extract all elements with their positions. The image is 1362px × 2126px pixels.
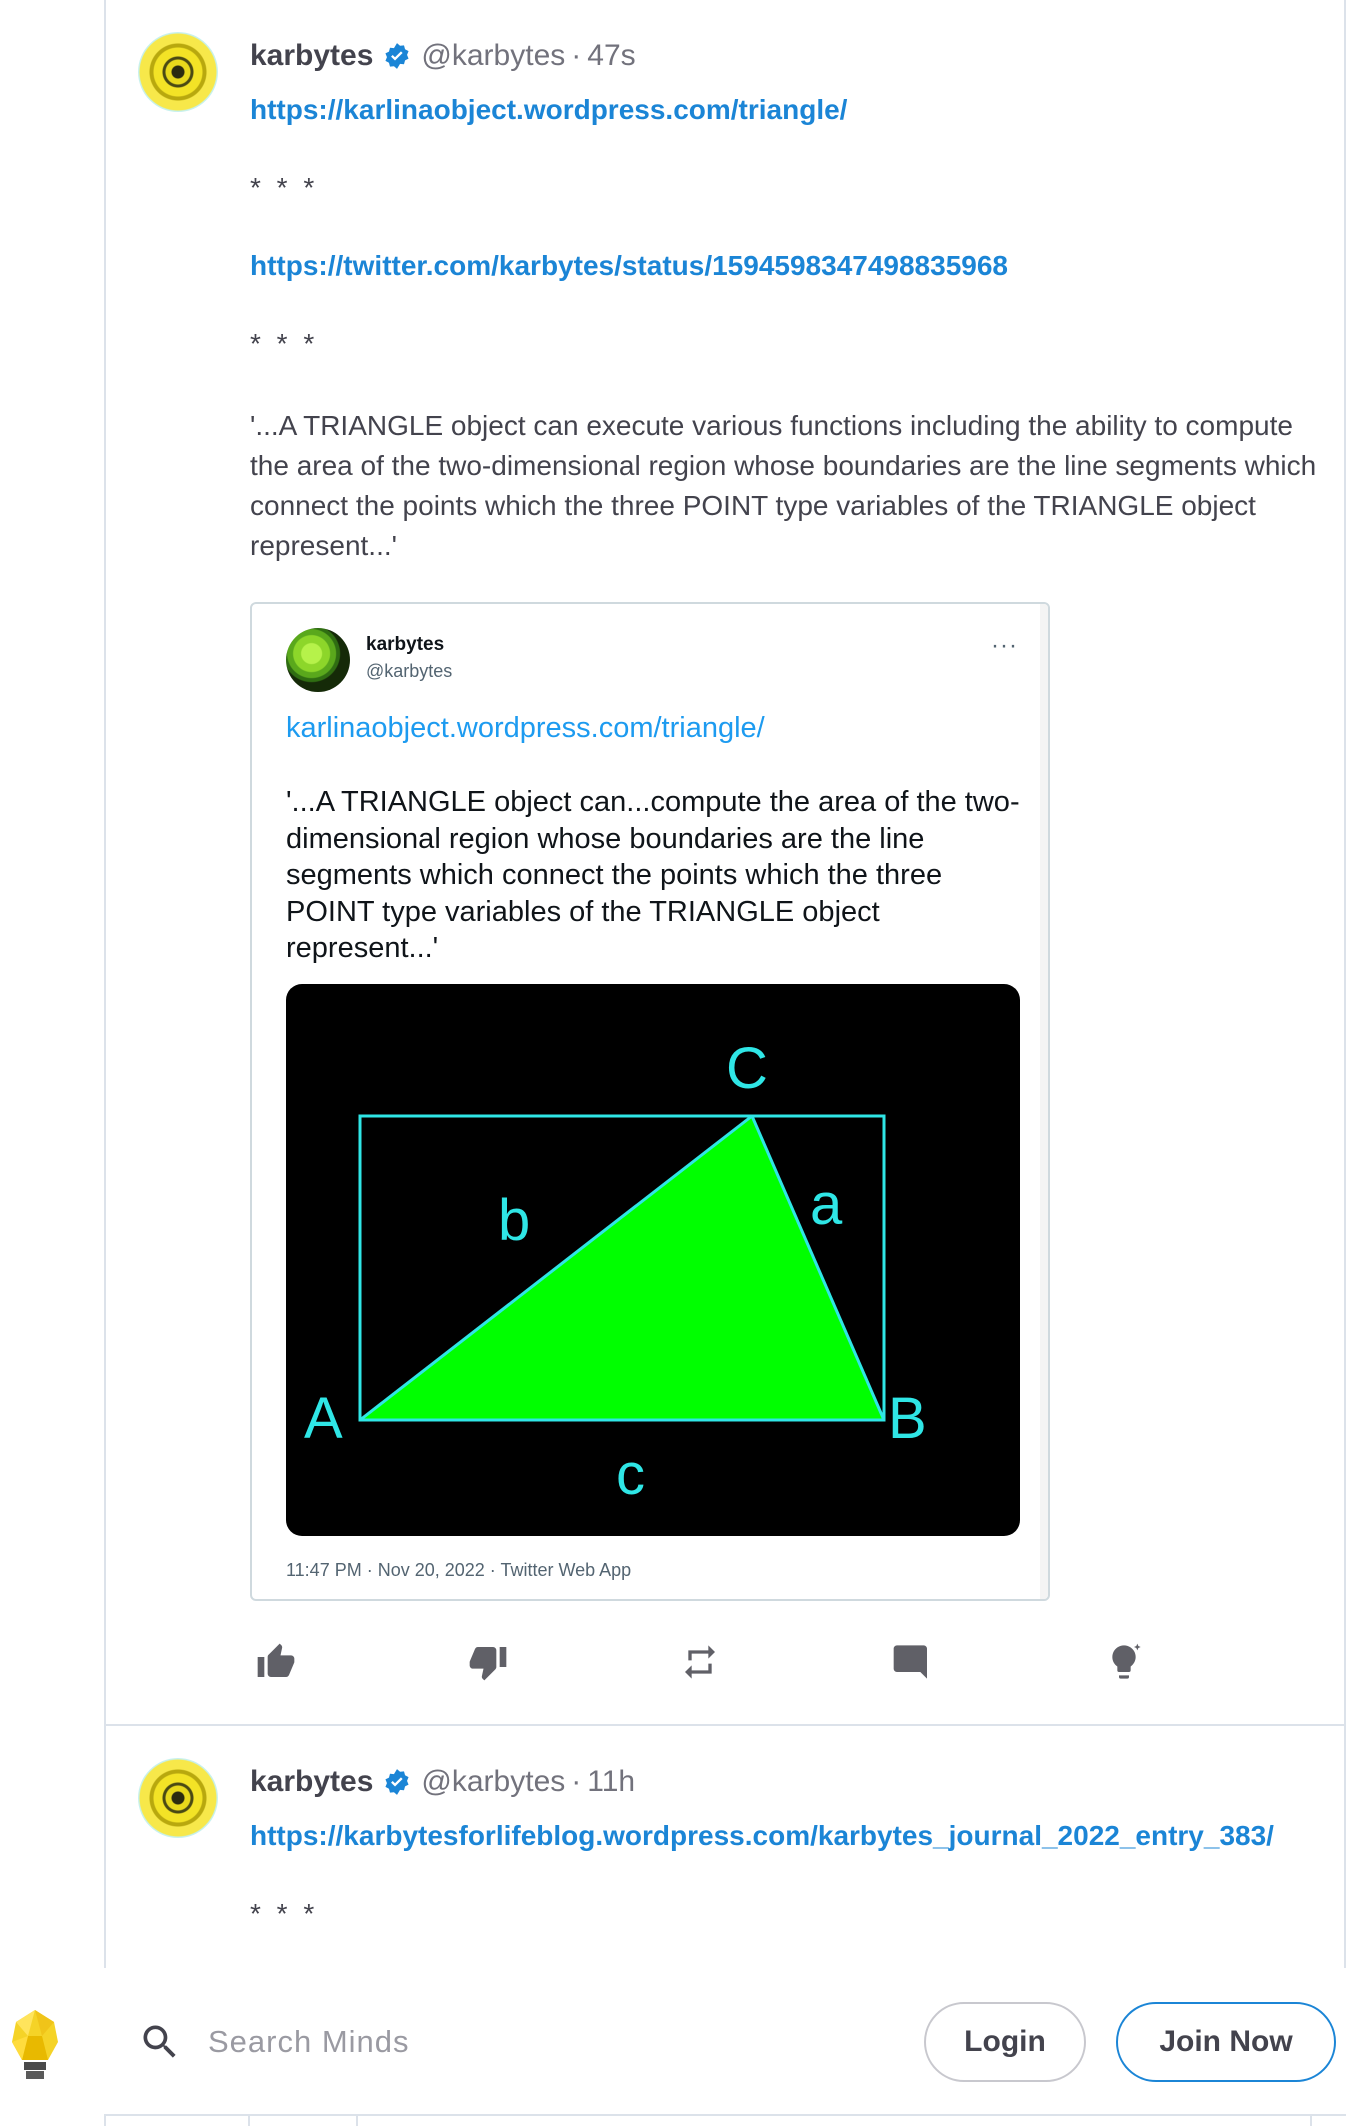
embed-meta[interactable]: 11:47 PM · Nov 20, 2022 · Twitter Web Ap…: [286, 1560, 631, 1581]
separator-stars: * * *: [250, 172, 319, 203]
separator-stars: * * *: [250, 328, 319, 359]
post-header: karbytes @karbytes · 11h: [250, 1762, 1326, 1802]
vertex-c-label: C: [726, 1036, 768, 1101]
search-input[interactable]: [208, 2016, 808, 2068]
embed-image[interactable]: A B C a b c: [286, 984, 1020, 1536]
search-icon[interactable]: [138, 2020, 182, 2064]
bottom-bar: Login Join Now: [0, 1968, 1362, 2126]
login-button[interactable]: Login: [924, 2002, 1086, 2082]
embed-link[interactable]: karlinaobject.wordpress.com/triangle/: [286, 712, 765, 745]
verified-icon: [385, 43, 409, 69]
boost-icon[interactable]: [1098, 1636, 1150, 1688]
more-options-icon[interactable]: ···: [991, 632, 1018, 660]
post-actions: [250, 1636, 1250, 1688]
side-b-label: b: [498, 1188, 530, 1253]
embed-scrollbar[interactable]: [1040, 604, 1048, 1599]
author-name[interactable]: karbytes: [250, 39, 373, 73]
remind-icon[interactable]: [674, 1636, 726, 1688]
minds-logo-icon[interactable]: [8, 2008, 62, 2084]
join-now-button[interactable]: Join Now: [1116, 2002, 1336, 2082]
avatar[interactable]: [138, 32, 218, 112]
embed-author-handle[interactable]: @karbytes: [366, 661, 452, 682]
separator: ·: [571, 1765, 582, 1798]
post-text: '...A TRIANGLE object can execute variou…: [250, 410, 1317, 561]
author-handle[interactable]: @karbytes: [421, 39, 565, 73]
separator-stars: * * *: [250, 1898, 319, 1929]
embed-avatar[interactable]: [286, 628, 350, 692]
tweet-embed[interactable]: karbytes @karbytes ··· karlinaobject.wor…: [250, 602, 1050, 1601]
thumbs-up-icon[interactable]: [250, 1636, 302, 1688]
comment-icon[interactable]: [886, 1636, 938, 1688]
embed-author-name[interactable]: karbytes: [366, 634, 444, 656]
post-link[interactable]: https://karlinaobject.wordpress.com/tria…: [250, 90, 1326, 130]
author-handle[interactable]: @karbytes: [421, 1765, 565, 1799]
separator: ·: [571, 39, 582, 72]
embed-text: '...A TRIANGLE object can...compute the …: [286, 786, 1020, 964]
triangle-shape: [360, 1116, 884, 1420]
thumbs-down-icon[interactable]: [462, 1636, 514, 1688]
avatar[interactable]: [138, 1758, 218, 1838]
side-a-label: a: [810, 1172, 843, 1237]
post-link[interactable]: https://twitter.com/karbytes/status/1594…: [250, 246, 1326, 286]
post-body: karbytes @karbytes · 47s https://karlina…: [250, 36, 1326, 566]
post-timestamp[interactable]: 47s: [587, 39, 635, 73]
post-header: karbytes @karbytes · 47s: [250, 36, 1326, 76]
post-body: karbytes @karbytes · 11h https://karbyte…: [250, 1762, 1326, 1934]
verified-icon: [385, 1769, 409, 1795]
post-timestamp[interactable]: 11h: [587, 1765, 635, 1799]
vertex-a-label: A: [304, 1386, 343, 1451]
vertex-b-label: B: [888, 1386, 927, 1451]
author-name[interactable]: karbytes: [250, 1765, 373, 1799]
post-link[interactable]: https://karbytesforlifeblog.wordpress.co…: [250, 1816, 1326, 1856]
side-c-label: c: [616, 1442, 645, 1507]
bottom-border: [0, 2114, 1362, 2126]
triangle-diagram: A B C a b c: [304, 1036, 927, 1507]
post[interactable]: karbytes @karbytes · 47s https://karlina…: [104, 0, 1346, 1726]
